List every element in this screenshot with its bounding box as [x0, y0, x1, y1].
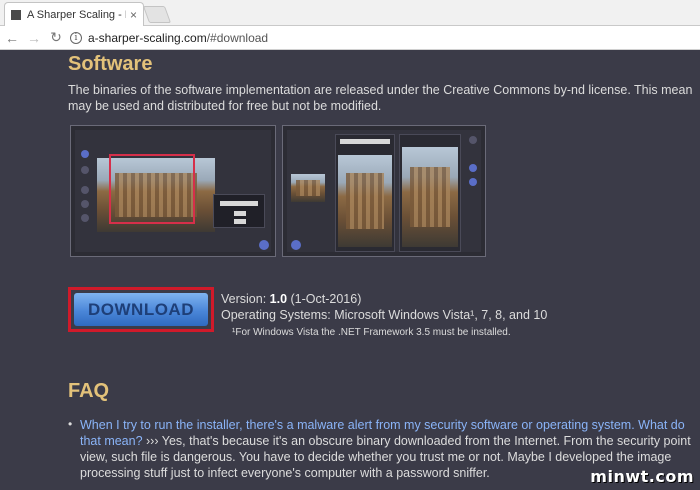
- faq-answer-line-1: that mean? ››› Yes, that's because it's …: [80, 433, 691, 449]
- tab-close-icon[interactable]: ×: [130, 8, 137, 22]
- download-highlight: DOWNLOAD: [68, 287, 214, 332]
- software-screenshot-1[interactable]: [70, 125, 276, 257]
- version-line: Version: 1.0 (1-Oct-2016): [221, 292, 361, 306]
- browser-tabstrip: A Sharper Scaling - Hig ×: [0, 0, 700, 26]
- settings-panel: [213, 194, 265, 228]
- help-icon: [469, 136, 477, 144]
- version-number: 1.0: [269, 292, 288, 306]
- download-button[interactable]: DOWNLOAD: [74, 293, 208, 326]
- back-arrow-icon[interactable]: ←: [2, 28, 22, 48]
- screenshot-2-window: [287, 130, 481, 252]
- back-arrow-icon: [291, 240, 301, 250]
- sidebar-tool-icon: [81, 186, 89, 194]
- thumbnail-photo: [291, 174, 325, 202]
- license-text-line-1: The binaries of the software implementat…: [68, 83, 693, 97]
- browser-toolbar: ← → ↻ i a-sharper-scaling.com/#download: [0, 26, 700, 50]
- sidebar-tool-icon: [81, 200, 89, 208]
- browser-tab[interactable]: A Sharper Scaling - Hig ×: [4, 2, 144, 26]
- faq-heading: FAQ: [68, 380, 110, 402]
- faq-answer-line-3: processing stuff just to infect everyone…: [80, 466, 490, 480]
- scaled-panel: [399, 134, 461, 252]
- version-prefix: Version:: [221, 292, 270, 306]
- export-icon: [469, 178, 477, 186]
- faq-answer-line-2: view, such file is dangerous. You have t…: [80, 450, 672, 464]
- license-text-line-2: may be used and distributed for free but…: [68, 99, 382, 113]
- tab-title: A Sharper Scaling - Hig: [27, 8, 126, 21]
- selection-rectangle: [109, 154, 195, 224]
- page-content: Software The binaries of the software im…: [0, 51, 700, 490]
- reload-icon[interactable]: ↻: [46, 28, 66, 48]
- url-text[interactable]: a-sharper-scaling.com/#download: [88, 31, 268, 45]
- save-icon: [469, 164, 477, 172]
- faq-answer-start: ››› Yes, that's because it's an obscure …: [142, 434, 691, 448]
- software-heading: Software: [68, 53, 153, 75]
- faq-question-link-end[interactable]: that mean?: [80, 434, 143, 448]
- address-bar[interactable]: i a-sharper-scaling.com/#download: [70, 28, 470, 48]
- site-favicon-icon: [11, 9, 21, 20]
- url-path: /#download: [206, 30, 269, 45]
- os-line: Operating Systems: Microsoft Windows Vis…: [221, 308, 548, 322]
- list-bullet: •: [68, 417, 73, 431]
- next-arrow-icon: [259, 240, 269, 250]
- new-tab-button[interactable]: [142, 6, 172, 23]
- sidebar-save-icon: [81, 166, 89, 174]
- framework-footnote: ¹For Windows Vista the .NET Framework 3.…: [232, 327, 511, 338]
- forward-arrow-icon[interactable]: →: [24, 28, 44, 48]
- url-host: a-sharper-scaling.com: [88, 30, 207, 45]
- info-icon[interactable]: i: [70, 31, 82, 44]
- faq-question-link[interactable]: When I try to run the installer, there's…: [80, 417, 685, 433]
- software-screenshot-2[interactable]: [282, 125, 486, 257]
- version-date: (1-Oct-2016): [287, 292, 362, 306]
- sidebar-open-icon: [81, 150, 89, 158]
- sidebar-tool-icon: [81, 214, 89, 222]
- original-panel: [335, 134, 395, 252]
- screenshot-1-window: [75, 130, 271, 252]
- watermark: minwt.com: [590, 467, 694, 486]
